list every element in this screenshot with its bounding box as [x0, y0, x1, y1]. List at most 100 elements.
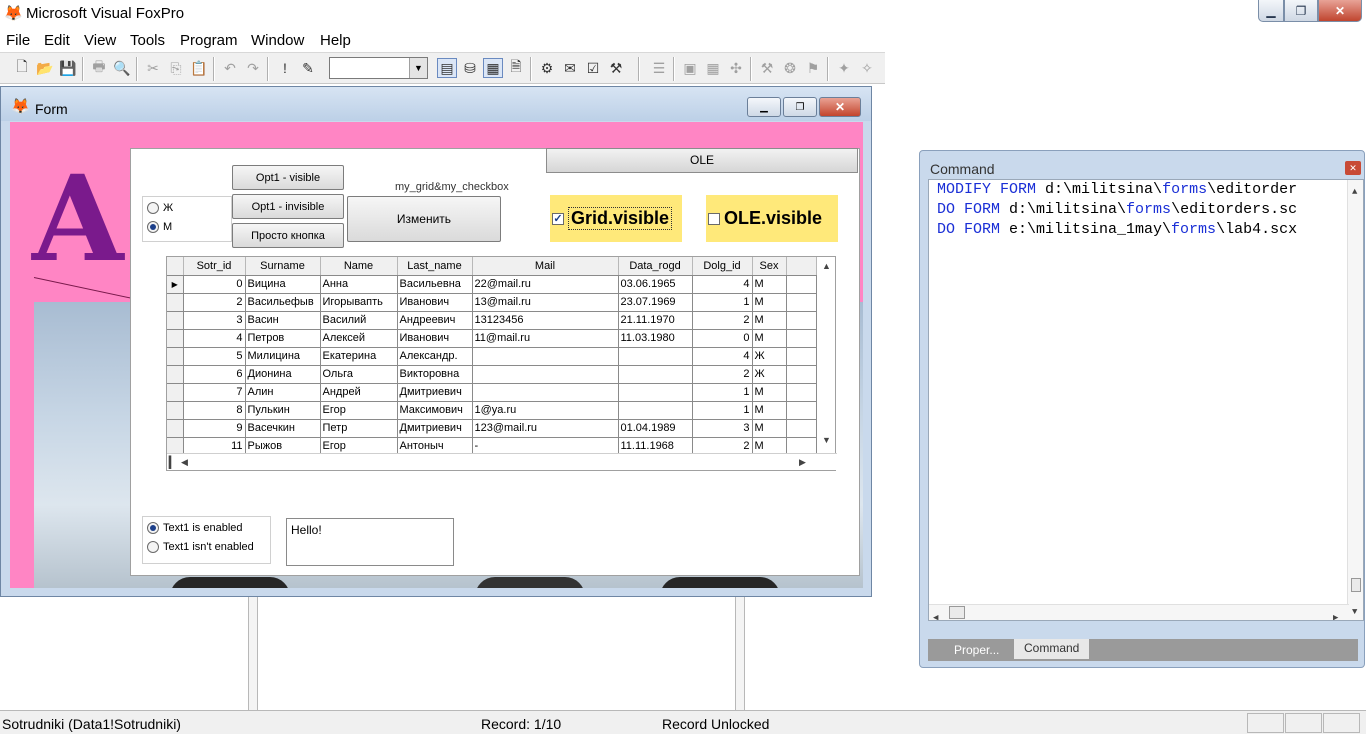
grid-cell[interactable] [472, 383, 619, 402]
grid-column-header[interactable]: Surname [245, 257, 321, 276]
text-enabled-option[interactable]: Text1 is enabled [147, 522, 243, 534]
menu-window[interactable]: Window [251, 32, 304, 49]
paste-icon[interactable]: 📋 [189, 58, 209, 78]
grid-cell[interactable]: 2 [692, 311, 753, 330]
grid-cell[interactable]: 4 [692, 347, 753, 366]
checkbox-checked-icon[interactable]: ✓ [552, 212, 564, 225]
grid-cell[interactable]: Васин [245, 311, 321, 330]
table-row[interactable]: 6 Дионина Ольга Викторовна 2 Ж [167, 365, 817, 384]
undo-icon[interactable]: ↶ [220, 58, 240, 78]
builder-icon[interactable]: ✧ [857, 58, 877, 78]
menu-view[interactable]: View [84, 32, 116, 49]
grid-cell[interactable]: Васильефыв [245, 293, 321, 312]
gender-option-m[interactable]: М [147, 221, 172, 233]
grid-cell[interactable]: Екатерина [320, 347, 398, 366]
grid-cell[interactable]: М [752, 311, 787, 330]
grid-cell[interactable]: 01.04.1989 [618, 419, 693, 438]
connect-icon[interactable]: ✣ [726, 58, 746, 78]
grid-cell[interactable]: М [752, 293, 787, 312]
minimize-button[interactable]: ▁ [1258, 0, 1284, 22]
scroll-right-icon[interactable]: ▶ [799, 457, 806, 468]
change-button[interactable]: Изменить [347, 196, 501, 242]
radio-icon[interactable] [147, 202, 159, 214]
new-file-icon[interactable]: 🗋 [12, 58, 32, 78]
grid-cell[interactable]: 03.06.1965 [618, 275, 693, 294]
row-selector[interactable] [167, 347, 184, 366]
grid-cell[interactable]: Алин [245, 383, 321, 402]
grid-column-header[interactable]: Sotr_id [183, 257, 246, 276]
form-restore-button[interactable]: ❐ [783, 97, 817, 117]
command-line[interactable]: DO FORM e:\militsina_1may\forms\lab4.scx [937, 220, 1355, 240]
menu-tools[interactable]: Tools [130, 32, 165, 49]
table-row[interactable]: 7 Алин Андрей Дмитриевич 1 М [167, 383, 817, 402]
grid-cell[interactable]: Анна [320, 275, 398, 294]
row-selector[interactable] [167, 293, 184, 312]
wizard-icon[interactable]: ✦ [834, 58, 854, 78]
grid-cell[interactable]: 1 [692, 401, 753, 420]
grid-cell[interactable]: М [752, 383, 787, 402]
grid-cell[interactable] [472, 365, 619, 384]
grid-column-header[interactable]: Name [320, 257, 398, 276]
modify-form-icon[interactable]: ✎ [298, 58, 318, 78]
build-icon[interactable]: ⚒ [757, 58, 777, 78]
grid-cell[interactable]: Вицина [245, 275, 321, 294]
simple-button[interactable]: Просто кнопка [232, 223, 344, 248]
grid-cell[interactable]: Петров [245, 329, 321, 348]
grid-cell[interactable]: 3 [692, 419, 753, 438]
scroll-down-icon[interactable]: ▼ [822, 435, 831, 445]
grid-column-header[interactable]: Data_rogd [618, 257, 693, 276]
grid-cell[interactable]: М [752, 419, 787, 438]
row-pointer-icon[interactable]: ▶ [167, 275, 184, 294]
grid-cell[interactable]: 4 [692, 275, 753, 294]
scroll-thumb[interactable] [949, 606, 965, 619]
opt1-visible-button[interactable]: Opt1 - visible [232, 165, 344, 190]
text1-field[interactable]: Hello! [286, 518, 454, 566]
restore-button[interactable]: ❐ [1284, 0, 1318, 22]
grid-cell[interactable]: Дионина [245, 365, 321, 384]
scroll-left-icon[interactable]: ◀ [933, 608, 938, 620]
scroll-up-icon[interactable]: ▲ [822, 261, 831, 271]
command-horizontal-scrollbar[interactable]: ◀ ▶ [929, 604, 1349, 620]
form-close-button[interactable]: ✕ [819, 97, 861, 117]
grid-cell[interactable]: Милицина [245, 347, 321, 366]
grid-cell[interactable]: Максимович [397, 401, 473, 420]
layout-icon[interactable]: ▣ [680, 58, 700, 78]
scroll-down-icon[interactable]: ▼ [1352, 602, 1357, 620]
tab-grid-checkbox[interactable]: my_grid&my_checkbox [395, 181, 509, 193]
scroll-right-icon[interactable]: ▶ [1333, 608, 1338, 620]
grid-cell[interactable]: Андрей [320, 383, 398, 402]
database-combo[interactable]: ▼ [329, 57, 428, 79]
grid-cell[interactable]: М [752, 275, 787, 294]
grid-cell[interactable]: М [752, 401, 787, 420]
row-selector[interactable] [167, 419, 184, 438]
grid-cell[interactable] [618, 365, 693, 384]
grid-cell[interactable]: 1 [692, 383, 753, 402]
grid-cell[interactable]: Иванович [397, 293, 473, 312]
grid-cell[interactable]: Ольга [320, 365, 398, 384]
command-line[interactable]: DO FORM d:\militsina\forms\editorders.sc [937, 200, 1355, 220]
grid-cell[interactable] [618, 383, 693, 402]
grid-column-header[interactable]: Dolg_id [692, 257, 753, 276]
cut-icon[interactable]: ✂ [143, 58, 163, 78]
row-selector[interactable] [167, 383, 184, 402]
command-vertical-scrollbar[interactable]: ▲ ▼ [1347, 180, 1363, 620]
menu-help[interactable]: Help [320, 32, 351, 49]
tab-ole[interactable]: OLE [546, 148, 858, 173]
grid-scroll-thumb[interactable]: ▎ [169, 456, 177, 469]
grid-cell[interactable]: 9 [183, 419, 246, 438]
print-icon[interactable]: 🖶 [89, 58, 109, 78]
grid-cell[interactable] [618, 347, 693, 366]
report-icon[interactable]: 🗎 [506, 58, 526, 78]
table-row[interactable]: 8 Пулькин Егор Максимович 1@ya.ru 1 М [167, 401, 817, 420]
grid-cell[interactable] [618, 401, 693, 420]
grid-cell[interactable]: 21.11.1970 [618, 311, 693, 330]
grid-cell[interactable]: 2 [183, 293, 246, 312]
grid-cell[interactable]: 4 [183, 329, 246, 348]
radio-selected-icon[interactable] [147, 522, 159, 534]
radio-selected-icon[interactable] [147, 221, 159, 233]
grid-cell[interactable]: Игорывапть [320, 293, 398, 312]
scroll-left-icon[interactable]: ◀ [181, 457, 188, 468]
align-icon[interactable]: ☰ [649, 58, 669, 78]
gender-option-f[interactable]: Ж [147, 202, 173, 214]
scroll-up-icon[interactable]: ▲ [1352, 182, 1357, 202]
